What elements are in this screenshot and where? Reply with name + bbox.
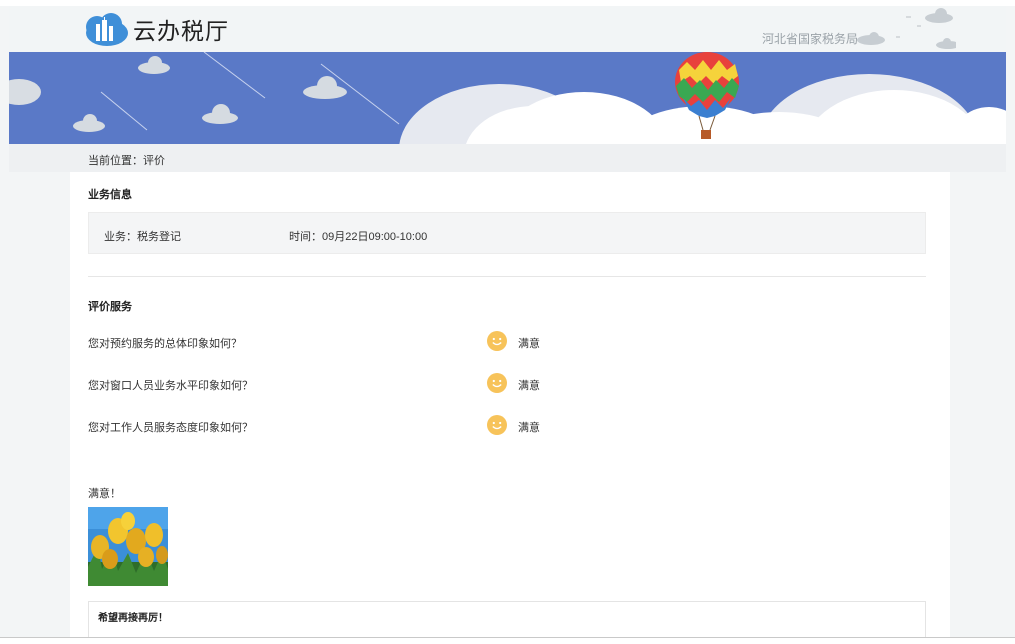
window-bottom-edge xyxy=(0,637,1015,644)
cloud-building-logo-icon xyxy=(86,13,128,46)
page-background: 云办税厅 河北省国家税务局 当前位置：评价 业务信息 业务：税务登记 时间：09… xyxy=(0,0,1015,644)
logo[interactable]: 云办税厅 xyxy=(77,11,229,47)
hero-banner xyxy=(9,52,1006,144)
bureau-name: 河北省国家税务局 xyxy=(761,32,858,46)
question-text: 您对预约服务的总体印象如何？ xyxy=(88,338,242,350)
site-header: 云办税厅 河北省国家税务局 xyxy=(9,6,1006,52)
question-text: 您对窗口人员业务水平印象如何？ xyxy=(88,380,253,392)
smiley-face-icon[interactable] xyxy=(487,415,507,435)
breadcrumb: 当前位置：评价 xyxy=(9,144,1006,172)
question-row: 您对工作人员服务态度印象如何？ 满意 xyxy=(88,415,926,435)
business-info-title: 业务信息 xyxy=(88,189,132,201)
evaluation-panel: 业务信息 业务：税务登记 时间：09月22日09:00-10:00 评价服务 您… xyxy=(70,172,950,644)
answer-label: 满意 xyxy=(518,380,540,392)
smiley-face-icon[interactable] xyxy=(487,373,507,393)
banner-illustration xyxy=(9,52,1006,144)
uploaded-tulip-photo[interactable] xyxy=(88,507,168,586)
business-info-box: 业务：税务登记 时间：09月22日09:00-10:00 xyxy=(88,212,926,254)
smiley-face-icon[interactable] xyxy=(487,331,507,351)
answer-label: 满意 xyxy=(518,338,540,350)
appointment-time: 时间：09月22日09:00-10:00 xyxy=(289,231,428,243)
feedback-text: 希望再接再厉！ xyxy=(98,613,168,624)
question-row: 您对窗口人员业务水平印象如何？ 满意 xyxy=(88,373,926,393)
question-text: 您对工作人员服务态度印象如何？ xyxy=(88,422,253,434)
header-clouds-decoration xyxy=(857,8,956,49)
business-type: 业务：税务登记 xyxy=(104,231,181,243)
answer-label: 满意 xyxy=(518,422,540,434)
tulip-image xyxy=(88,507,168,586)
evaluation-title: 评价服务 xyxy=(88,301,132,313)
section-divider xyxy=(88,276,926,277)
question-row: 您对预约服务的总体印象如何？ 满意 xyxy=(88,331,926,351)
comment-label: 满意！ xyxy=(88,488,121,500)
breadcrumb-text: 当前位置：评价 xyxy=(88,155,165,167)
app-title: 云办税厅 xyxy=(133,19,229,45)
